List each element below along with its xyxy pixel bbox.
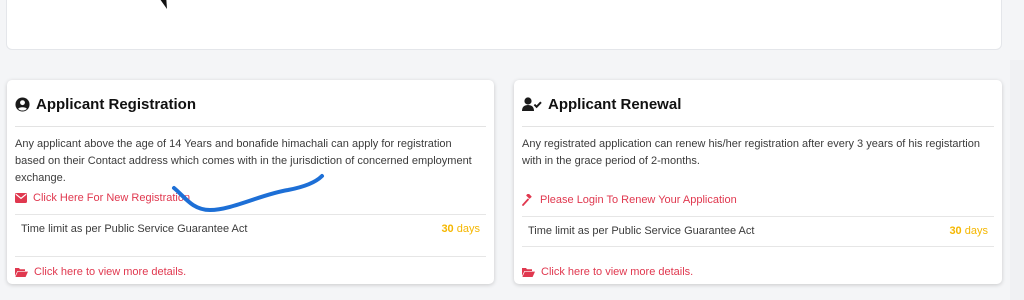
folder-open-icon — [522, 268, 535, 277]
divider — [15, 126, 486, 127]
renewal-title: Applicant Renewal — [522, 96, 681, 113]
user-check-icon — [522, 97, 542, 111]
time-limit-row: Time limit as per Public Service Guarant… — [21, 223, 480, 235]
user-circle-icon — [15, 97, 30, 112]
gavel-icon — [522, 194, 532, 206]
time-limit-number: 30 — [441, 223, 454, 235]
registration-title-text: Applicant Registration — [36, 96, 197, 113]
time-limit-value: 30 days — [441, 223, 480, 235]
time-limit-unit: days — [964, 225, 988, 237]
registration-description: Any applicant above the age of 14 Years … — [15, 138, 472, 184]
folder-open-icon — [15, 268, 28, 277]
more-details-label: Click here to view more details. — [34, 266, 187, 278]
envelope-icon — [15, 193, 27, 203]
divider — [15, 214, 486, 215]
divider — [15, 256, 486, 257]
time-limit-unit: days — [456, 223, 480, 235]
login-to-renew-link[interactable]: Please Login To Renew Your Application — [522, 194, 737, 206]
time-limit-number: 30 — [949, 225, 962, 237]
new-registration-link[interactable]: Click Here For New Registration — [15, 192, 190, 204]
divider — [522, 216, 994, 217]
divider — [522, 126, 994, 127]
renewal-description: Any registrated application can renew hi… — [522, 138, 980, 167]
time-limit-label: Time limit as per Public Service Guarant… — [528, 225, 755, 237]
divider — [522, 246, 994, 247]
pointer-shape-icon — [160, 0, 167, 9]
time-limit-label: Time limit as per Public Service Guarant… — [21, 223, 248, 235]
login-to-renew-label: Please Login To Renew Your Application — [540, 194, 737, 206]
registration-title: Applicant Registration — [15, 96, 196, 113]
more-details-label: Click here to view more details. — [541, 266, 694, 278]
page-edge — [1010, 60, 1024, 300]
registration-more-details-link[interactable]: Click here to view more details. — [15, 266, 186, 278]
renewal-more-details-link[interactable]: Click here to view more details. — [522, 266, 693, 278]
top-panel — [6, 0, 1002, 50]
renewal-title-text: Applicant Renewal — [548, 96, 682, 113]
time-limit-value: 30 days — [949, 225, 988, 237]
applicant-registration-card: Applicant Registration Any applicant abo… — [7, 80, 494, 284]
new-registration-label: Click Here For New Registration — [33, 192, 191, 204]
applicant-renewal-card: Applicant Renewal Any registrated applic… — [514, 80, 1002, 284]
time-limit-row: Time limit as per Public Service Guarant… — [528, 225, 988, 237]
